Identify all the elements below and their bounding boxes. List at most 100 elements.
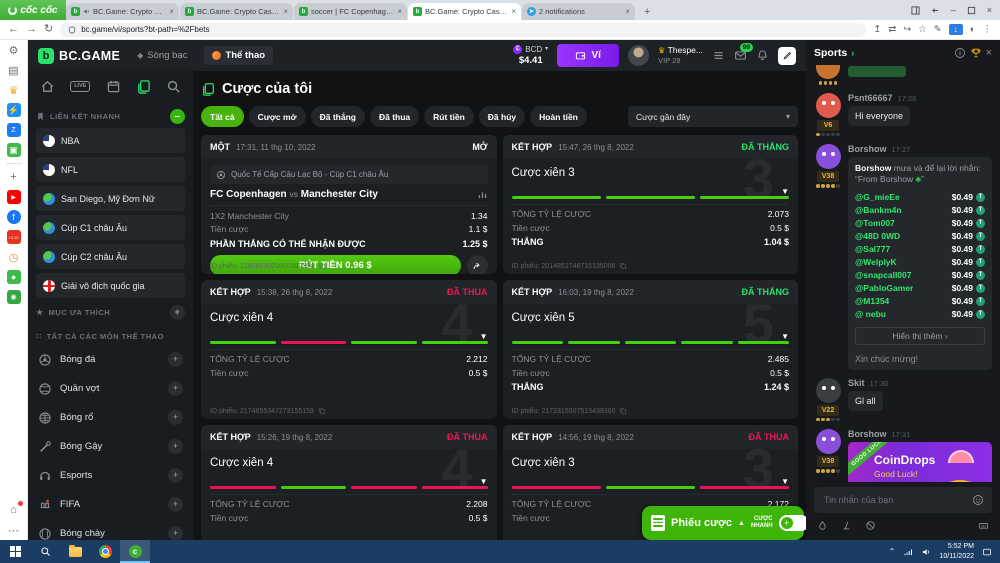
restore-button[interactable] [967,6,976,15]
calendar-icon[interactable] [106,79,121,94]
new-tab-button[interactable]: + [636,3,658,20]
search-icon[interactable] [166,79,181,94]
bet-card[interactable]: KẾT HỢP 15:47, 26 thg 8, 2022 ĐÃ THẮNG C… [503,135,799,274]
edit-icon[interactable]: ✎ [934,25,942,35]
expand-sport-button[interactable]: + [168,526,183,540]
tab-close-icon[interactable]: × [283,7,288,16]
sort-dropdown[interactable]: Cược gần đây▾ [628,106,798,127]
quick-bet-toggle[interactable]: + [779,515,806,531]
expand-sport-button[interactable]: + [168,439,183,454]
quick-link-item[interactable]: Giải vô địch quốc gia [36,273,185,298]
bet-card[interactable]: KẾT HỢP 15:38, 26 thg 8, 2022 ĐÃ THUA Cư… [201,280,497,419]
browser-tab[interactable]: b BC.Game: Crypto Casino Ga × [408,3,521,20]
crown-icon[interactable]: ♛ [7,83,21,97]
recipient-name[interactable]: @48D 0WD [855,231,900,241]
expand-caret-icon[interactable]: ▼ [480,477,488,486]
close-button[interactable]: × [987,5,992,15]
recipient-name[interactable]: @WelplyK [855,257,897,267]
chevron-right-icon[interactable]: › [851,48,854,58]
taskbar-search-icon[interactable] [30,540,60,563]
history-back-icon[interactable] [931,6,940,15]
forward-icon[interactable]: → [26,24,37,35]
bell-icon[interactable]: ⌂ [7,503,21,517]
expand-sport-button[interactable]: + [168,497,183,512]
share-page-icon[interactable]: ↪ [903,25,911,35]
reload-icon[interactable]: ↻ [44,24,53,35]
download-manager-button[interactable]: ↓ [949,24,963,35]
bet-card[interactable]: KẾT HỢP 16:03, 19 thg 8, 2022 ĐÃ THẮNG C… [503,280,799,419]
more-icon[interactable]: ⋯ [7,523,21,537]
recipient-name[interactable]: @Sal777 [855,244,890,254]
avatar[interactable] [816,144,841,169]
rain-tip-icon[interactable] [817,520,828,531]
coccoc-logo[interactable]: cốc cốc [0,0,66,20]
sport-item[interactable]: Bóng đá + [36,345,185,374]
sport-item[interactable]: Bóng chày + [36,519,185,540]
notifications-bell-icon[interactable] [756,49,769,62]
coccoc-taskbar-icon[interactable]: c [120,540,150,563]
browser-tab[interactable]: b soccer | FC Copenhagen vs N × [294,3,407,20]
shop-icon[interactable]: ◆ [7,270,21,284]
copy-icon[interactable] [318,262,326,270]
start-button[interactable] [0,540,30,563]
tray-expand-icon[interactable]: ⌃ [889,547,896,556]
emoji-icon[interactable] [972,494,984,506]
expand-caret-icon[interactable]: ▼ [480,332,488,341]
copy-icon[interactable] [619,262,627,270]
chat-input-box[interactable] [814,487,992,513]
avatar[interactable] [816,378,841,403]
share-bet-button[interactable] [467,255,488,274]
network-icon[interactable] [903,547,913,557]
chat-username[interactable]: Borshow [848,429,887,439]
show-more-button[interactable]: Hiển thị thêm › [855,327,985,345]
expand-sport-button[interactable]: + [168,381,183,396]
youtube-icon[interactable]: ▶ [7,190,21,204]
match-stats-icon[interactable] [477,189,488,200]
recipient-name[interactable]: @Bankm4n [855,205,902,215]
tab-close-icon[interactable]: × [397,7,402,16]
copy-icon[interactable] [318,407,326,415]
messenger-icon[interactable]: ⚡ [7,103,21,117]
chrome-icon[interactable] [90,540,120,563]
nav-casino[interactable]: ◆Sòng bạc [129,46,195,65]
sport-item[interactable]: Bóng Gậy + [36,432,185,461]
add-favorite-button[interactable]: + [170,305,185,320]
sport-item[interactable]: FIFA + [36,490,185,519]
translate-icon[interactable]: ⇄ [888,25,896,35]
tab-search-icon[interactable] [911,6,920,15]
filter-pill[interactable]: Tất cả [201,106,244,127]
tab-close-icon[interactable]: × [625,7,630,16]
recipient-name[interactable]: @ nebu [855,309,886,319]
volume-icon[interactable] [921,547,931,557]
copy-icon[interactable] [619,407,627,415]
quick-link-item[interactable]: NFL [36,157,185,182]
browser-tab[interactable]: b BC.Game: Crypto Casino Gam × [180,3,293,20]
expand-sport-button[interactable]: + [168,410,183,425]
filter-pill[interactable]: Hoàn tiền [530,106,587,127]
expand-caret-icon[interactable]: ▼ [781,332,789,341]
quick-link-item[interactable]: San Diego, Mỹ Đơn Nữ [36,186,185,211]
currency-selector[interactable]: ₵BCD▾ $4.41 [513,45,548,66]
recipient-name[interactable]: @G_mieEe [855,192,900,202]
gear-icon[interactable]: ⚙ [7,43,21,57]
download-page-icon[interactable]: ↥ [873,25,881,35]
chat-username[interactable]: Psnt66667 [848,93,893,103]
chat-toggle-icon[interactable] [778,47,796,65]
pin-icon[interactable]: ◉ [7,290,21,304]
add-icon[interactable]: + [7,170,21,184]
filter-pill[interactable]: Đã thua [370,106,419,127]
my-bets-icon[interactable] [136,79,151,94]
site-security-icon[interactable] [68,26,76,34]
inbox-icon[interactable]: 99 [734,49,747,62]
tab-close-icon[interactable]: × [169,7,174,16]
quick-link-item[interactable]: Cúp C1 châu Âu [36,215,185,240]
expand-sport-button[interactable]: + [168,468,183,483]
minimize-button[interactable]: – [951,5,956,15]
sale-13-10-icon[interactable]: 13.10 [7,230,21,244]
browser-tab[interactable]: b BC.Game: Crypto Casino × [66,3,179,20]
tab-close-icon[interactable]: × [511,7,516,16]
user-avatar[interactable] [628,45,649,66]
chat-close-icon[interactable]: × [986,47,992,59]
recipient-name[interactable]: @PabloGamer [855,283,913,293]
facebook-icon[interactable]: f [7,210,21,224]
